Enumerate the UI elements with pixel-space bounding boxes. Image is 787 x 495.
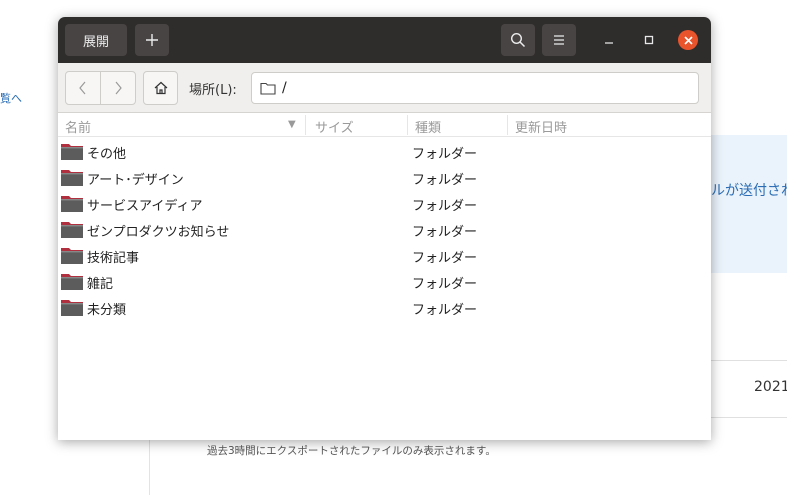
file-row[interactable]: 技術記事 フォルダー <box>58 242 711 268</box>
export-note: 過去3時間にエクスポートされたファイルのみ表示されます。 <box>207 445 496 457</box>
hamburger-menu-icon <box>554 35 564 45</box>
folder-icon <box>61 196 83 212</box>
file-name: サービスアイディア <box>87 199 203 214</box>
column-type-header[interactable]: 種類 <box>415 117 441 136</box>
file-name: 未分類 <box>87 303 127 318</box>
maximize-button[interactable] <box>639 30 659 50</box>
sidebar-divider <box>149 440 150 495</box>
column-separator <box>407 115 408 135</box>
file-row[interactable]: サービスアイディア フォルダー <box>58 190 711 216</box>
file-row[interactable]: 雑記 フォルダー <box>58 268 711 294</box>
plus-icon <box>146 34 158 46</box>
file-row[interactable]: ゼンプロダクツお知らせ フォルダー <box>58 216 711 242</box>
folder-icon <box>61 222 83 238</box>
file-type: フォルダー <box>412 303 478 318</box>
location-bar: 場所(L): / <box>58 63 711 113</box>
file-row[interactable]: 未分類 フォルダー <box>58 294 711 320</box>
file-type: フォルダー <box>412 251 478 266</box>
table-divider <box>711 360 787 361</box>
info-banner-text: ルが送付され <box>711 183 787 199</box>
minimize-button[interactable] <box>599 30 619 50</box>
info-banner <box>711 135 787 273</box>
home-button[interactable] <box>143 71 178 105</box>
location-label: 場所(L): <box>189 83 237 98</box>
file-list: その他 フォルダー アート･デザイン フォルダー サービスアイディア フォルダー… <box>58 138 711 320</box>
back-button[interactable] <box>66 72 100 104</box>
expand-button[interactable]: 展開 <box>65 24 127 56</box>
chevron-left-icon <box>79 81 86 95</box>
folder-icon <box>61 248 83 264</box>
folder-icon <box>260 82 276 95</box>
search-button[interactable] <box>501 24 535 56</box>
file-name: 技術記事 <box>87 251 140 266</box>
column-separator <box>305 115 306 135</box>
new-folder-button[interactable] <box>135 24 169 56</box>
file-type: フォルダー <box>412 199 478 214</box>
chevron-right-icon <box>115 81 122 95</box>
header-bar: 展開 <box>58 17 711 63</box>
column-modified-header[interactable]: 更新日時 <box>515 117 567 136</box>
background-link[interactable]: 覧へ <box>0 90 22 106</box>
column-separator <box>507 115 508 135</box>
file-name: 雑記 <box>87 277 114 292</box>
folder-icon <box>61 274 83 290</box>
file-row[interactable]: その他 フォルダー <box>58 138 711 164</box>
column-header: 名前 ▼ サイズ 種類 更新日時 <box>58 113 711 137</box>
table-cell-year: 2021 <box>754 379 787 395</box>
home-icon <box>154 81 167 95</box>
close-button[interactable] <box>678 30 698 50</box>
file-type: フォルダー <box>412 277 478 292</box>
close-icon <box>683 35 693 45</box>
search-icon <box>510 32 526 48</box>
folder-icon <box>61 170 83 186</box>
file-name: ゼンプロダクツお知らせ <box>87 225 230 240</box>
history-nav <box>65 71 136 105</box>
location-input[interactable]: / <box>251 72 699 104</box>
maximize-icon <box>644 35 654 45</box>
column-size-header[interactable]: サイズ <box>315 117 354 136</box>
menu-button[interactable] <box>542 24 576 56</box>
file-chooser-dialog: 展開 場所(L): / 名前 ▼ サイズ 種類 更新日時 その他 フォルダー ア… <box>58 17 711 440</box>
file-row[interactable]: アート･デザイン フォルダー <box>58 164 711 190</box>
location-path: / <box>282 80 287 96</box>
table-divider <box>711 417 787 418</box>
sort-descending-icon: ▼ <box>288 119 296 130</box>
file-name: その他 <box>87 147 127 162</box>
folder-icon <box>61 144 83 160</box>
forward-button[interactable] <box>100 72 135 104</box>
minimize-icon <box>605 42 613 44</box>
file-type: フォルダー <box>412 173 478 188</box>
file-name: アート･デザイン <box>87 173 184 188</box>
file-type: フォルダー <box>412 225 478 240</box>
file-type: フォルダー <box>412 147 478 162</box>
folder-icon <box>61 300 83 316</box>
column-name-header[interactable]: 名前 <box>65 117 91 136</box>
